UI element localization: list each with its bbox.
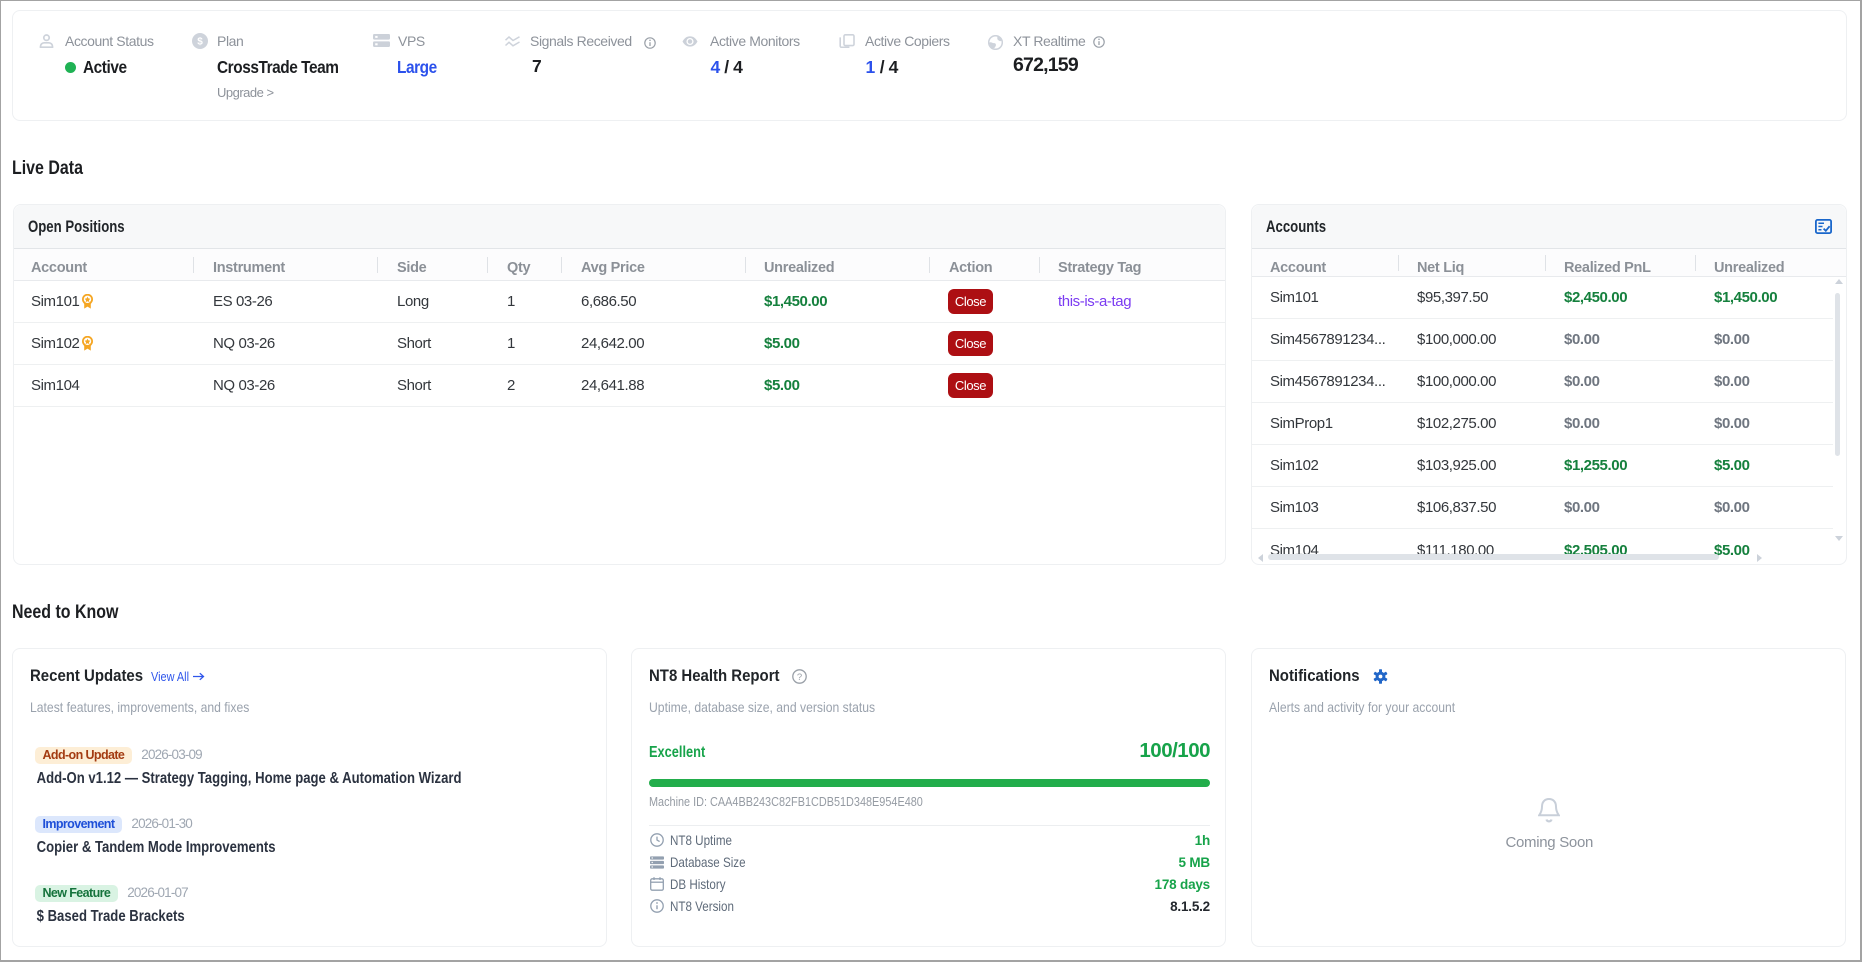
svg-text:?: ? bbox=[797, 672, 802, 683]
svg-text:$: $ bbox=[197, 37, 203, 48]
